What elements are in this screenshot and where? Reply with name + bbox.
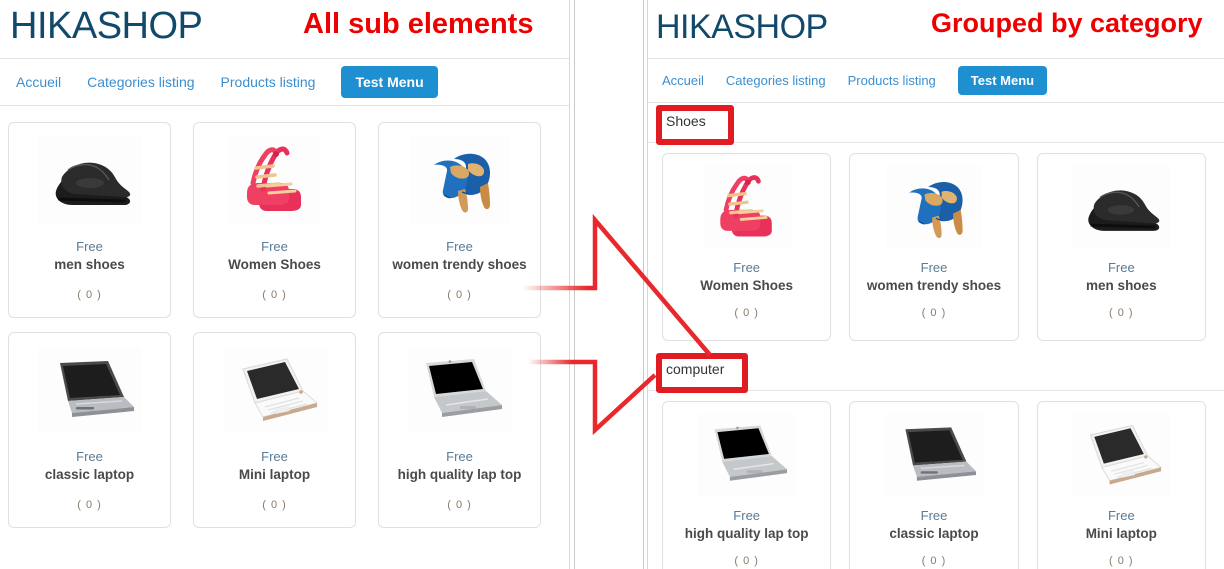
pink-sandals-icon — [228, 137, 321, 223]
left-product-grid-row-2: Free classic laptop ( 0 ) Free Mini lapt… — [0, 324, 569, 528]
product-card[interactable]: Free Mini laptop ( 0 ) — [1036, 401, 1206, 569]
product-name: men shoes — [54, 257, 125, 272]
category-group-header-computer: computer — [648, 353, 1224, 393]
dark-laptop-icon — [884, 414, 984, 496]
product-qty: ( 0 ) — [262, 289, 287, 301]
product-qty: ( 0 ) — [734, 307, 759, 319]
product-card[interactable]: Free high quality lap top ( 0 ) — [662, 401, 832, 569]
product-price: Free — [733, 260, 761, 275]
category-label: computer — [662, 359, 735, 380]
right-navbar: Accueil Categories listing Products list… — [648, 58, 1224, 103]
left-site-header: HIKASHOP All sub elements — [0, 0, 569, 58]
silver-laptop-icon — [697, 414, 797, 496]
black-dress-shoes-icon — [37, 137, 142, 223]
panel-divider — [643, 0, 644, 569]
nav-link-categories-listing[interactable]: Categories listing — [726, 73, 826, 88]
product-card[interactable]: Free women trendy shoes ( 0 ) — [378, 122, 541, 318]
product-qty: ( 0 ) — [921, 307, 947, 319]
product-price: Free — [920, 260, 948, 275]
product-name: high quality lap top — [397, 467, 522, 482]
left-screenshot-panel: HIKASHOP All sub elements Accueil Catego… — [0, 0, 569, 569]
product-price: Free — [76, 239, 103, 254]
product-name: Mini laptop — [1085, 526, 1157, 541]
white-netbook-icon — [222, 347, 327, 433]
product-price: Free — [76, 449, 103, 464]
product-name: classic laptop — [44, 467, 135, 482]
product-qty: ( 0 ) — [262, 499, 287, 511]
blue-heels-icon — [409, 137, 510, 223]
product-price: Free — [1107, 508, 1135, 523]
product-price: Free — [261, 449, 288, 464]
screenshot-root: HIKASHOP All sub elements Accueil Catego… — [0, 0, 1224, 569]
silver-laptop-icon — [407, 347, 512, 433]
product-card[interactable]: Free Mini laptop ( 0 ) — [193, 332, 356, 528]
product-card[interactable]: Free Women Shoes ( 0 ) — [662, 153, 832, 341]
product-card[interactable]: Free women trendy shoes ( 0 ) — [849, 153, 1019, 341]
nav-link-accueil[interactable]: Accueil — [16, 74, 61, 90]
product-card[interactable]: Free men shoes ( 0 ) — [8, 122, 171, 318]
pink-sandals-icon — [702, 166, 792, 248]
product-name: women trendy shoes — [392, 257, 527, 272]
product-qty: ( 0 ) — [77, 499, 102, 511]
nav-link-accueil[interactable]: Accueil — [662, 73, 704, 88]
category-group-header-shoes: Shoes — [648, 105, 1224, 145]
blue-heels-icon — [886, 166, 982, 248]
product-price: Free — [446, 239, 473, 254]
product-card[interactable]: Free classic laptop ( 0 ) — [849, 401, 1019, 569]
product-card[interactable]: Free Women Shoes ( 0 ) — [193, 122, 356, 318]
left-product-grid-row-1: Free men shoes ( 0 ) Free Women Shoes (… — [0, 114, 569, 318]
nav-link-products-listing[interactable]: Products listing — [221, 74, 316, 90]
annotation-grouped-by-category: Grouped by category — [931, 8, 1203, 38]
right-site-header: HIKASHOP Grouped by category — [648, 0, 1224, 58]
product-qty: ( 0 ) — [1109, 307, 1134, 319]
nav-link-products-listing[interactable]: Products listing — [848, 73, 936, 88]
product-price: Free — [1107, 260, 1135, 275]
product-card[interactable]: Free high quality lap top ( 0 ) — [378, 332, 541, 528]
right-product-grid-computer: Free high quality lap top ( 0 ) Free cla… — [648, 397, 1224, 569]
product-qty: ( 0 ) — [921, 555, 947, 567]
product-price: Free — [261, 239, 288, 254]
product-qty: ( 0 ) — [77, 289, 102, 301]
product-name: women trendy shoes — [866, 278, 1002, 293]
product-price: Free — [920, 508, 948, 523]
hikashop-logo: HIKASHOP — [10, 5, 203, 47]
panel-divider — [569, 0, 570, 569]
panel-divider — [574, 0, 575, 569]
category-label: Shoes — [662, 111, 716, 132]
nav-button-test-menu[interactable]: Test Menu — [341, 66, 438, 98]
product-qty: ( 0 ) — [734, 555, 759, 567]
product-card[interactable]: Free men shoes ( 0 ) — [1036, 153, 1206, 341]
hikashop-logo: HIKASHOP — [656, 8, 828, 46]
product-qty: ( 0 ) — [447, 499, 472, 511]
product-name: men shoes — [1086, 278, 1157, 293]
product-name: classic laptop — [889, 526, 979, 541]
product-name: Mini laptop — [238, 467, 311, 482]
product-card[interactable]: Free classic laptop ( 0 ) — [8, 332, 171, 528]
right-product-grid-shoes: Free Women Shoes ( 0 ) Free women trendy… — [648, 149, 1224, 341]
product-price: Free — [733, 508, 761, 523]
product-qty: ( 0 ) — [447, 289, 472, 301]
dark-laptop-icon — [37, 347, 142, 433]
black-dress-shoes-icon — [1071, 166, 1171, 248]
product-price: Free — [446, 449, 473, 464]
right-screenshot-panel: HIKASHOP Grouped by category Accueil Cat… — [648, 0, 1224, 569]
product-name: Women Shoes — [700, 278, 794, 293]
white-netbook-icon — [1071, 414, 1171, 496]
left-navbar: Accueil Categories listing Products list… — [0, 58, 569, 106]
nav-link-categories-listing[interactable]: Categories listing — [87, 74, 194, 90]
product-qty: ( 0 ) — [1109, 555, 1134, 567]
annotation-all-sub-elements: All sub elements — [303, 8, 534, 40]
nav-button-test-menu[interactable]: Test Menu — [957, 66, 1048, 95]
product-name: Women Shoes — [228, 257, 321, 272]
product-name: high quality lap top — [684, 526, 809, 541]
